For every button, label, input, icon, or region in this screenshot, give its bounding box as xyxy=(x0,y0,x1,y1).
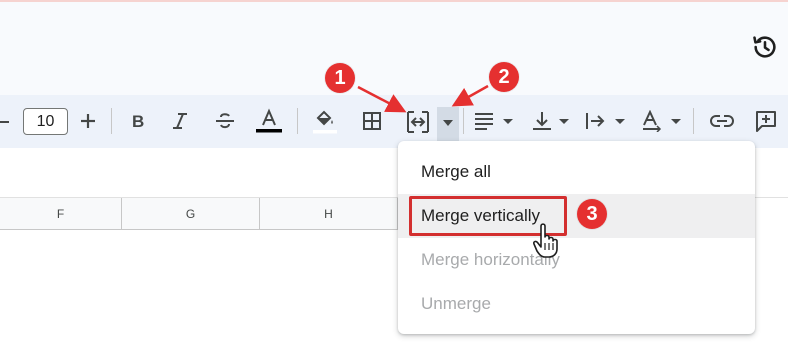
annotation-arrows xyxy=(357,84,489,113)
annotation-badge-3: 3 xyxy=(577,199,607,229)
annotation-badge-1: 1 xyxy=(325,63,355,93)
hand-cursor-icon xyxy=(532,222,564,265)
annotation-badge-2: 2 xyxy=(489,62,519,92)
